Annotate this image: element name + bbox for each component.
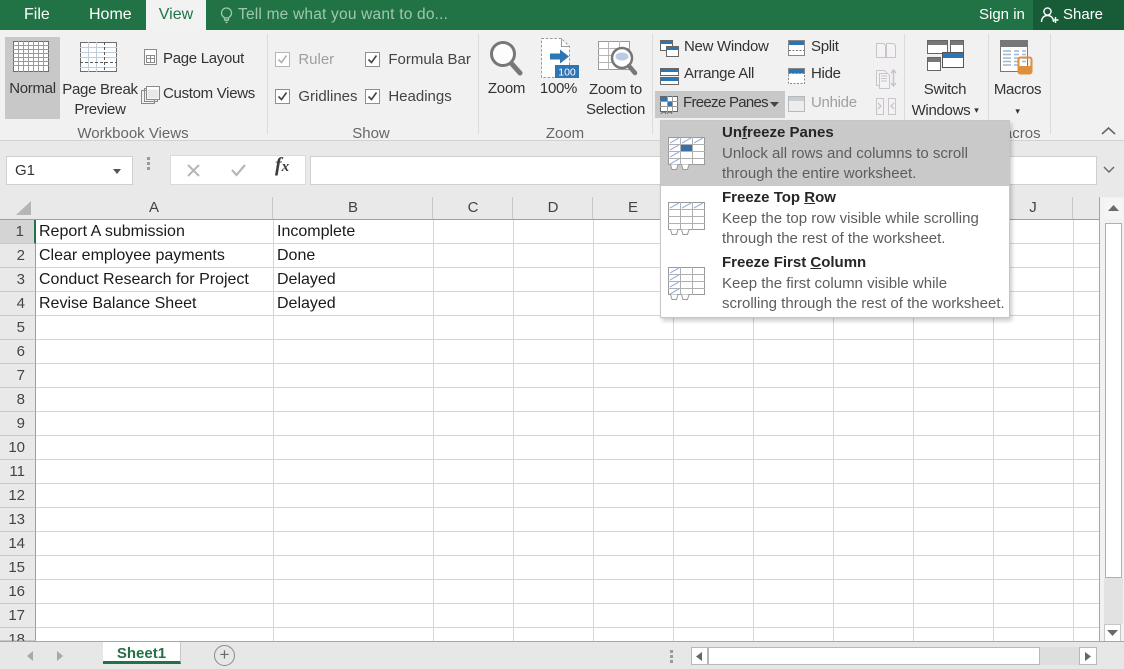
- svg-text:100: 100: [558, 67, 576, 79]
